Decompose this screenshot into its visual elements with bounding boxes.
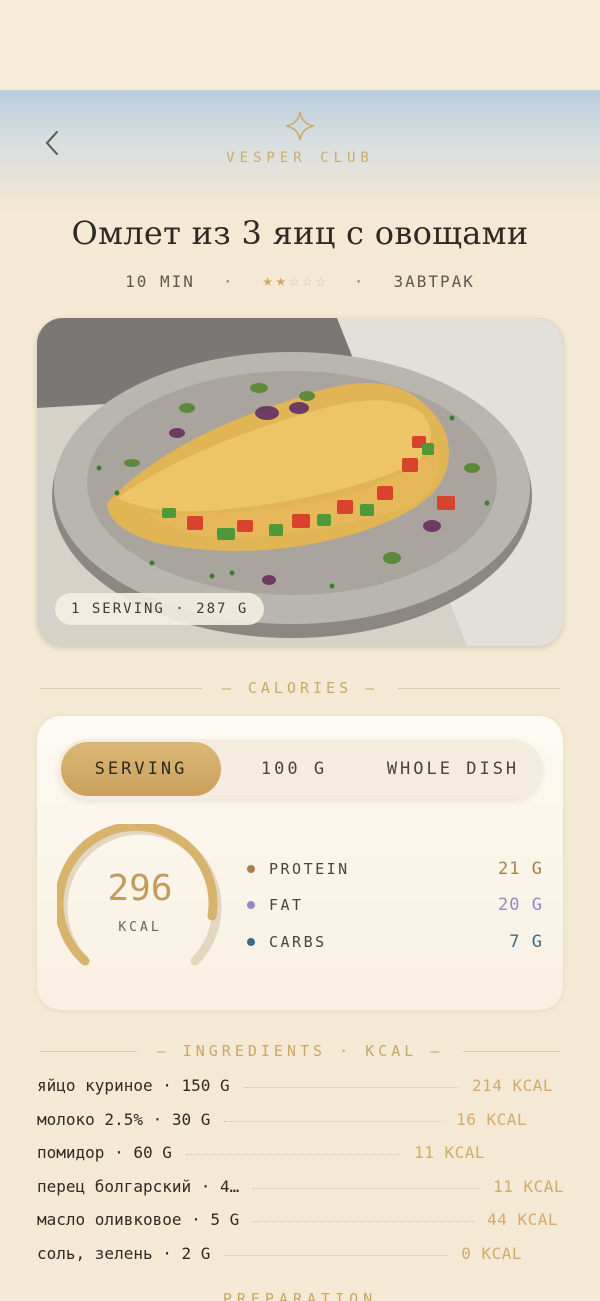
tab-whole-dish[interactable]: WHOLE DISH [367,742,539,796]
four-point-star-icon [285,111,315,141]
dotted-leader [224,1120,443,1122]
ingredient-kcal: 11 KCAL [493,1176,564,1196]
star-empty-icon: ☆ [289,271,300,291]
brand-name: VESPER CLUB [226,150,374,166]
recipe-title: Омлет из 3 яиц с овощами [71,214,529,252]
cook-time: 10 MIN [125,271,195,291]
star-empty-icon: ☆ [315,271,326,291]
ingredient-name: молоко 2.5% · 30 G [37,1109,211,1129]
macro-name: CARBS [269,933,327,951]
ingredient-kcal: 0 KCAL [461,1243,522,1263]
recipe-meta: 10 MIN · ★ ★ ☆ ☆ ☆ · ЗАВТРАК [0,268,600,294]
meta-separator: · [222,271,235,291]
ingredient-row: помидор · 60 G 11 KCAL [37,1140,485,1164]
meta-separator: · [353,271,366,291]
ingredients-section-header: — INGREDIENTS · KCAL — [40,1041,560,1061]
macro-name: FAT [269,896,304,914]
macro-value: 21 G [498,859,543,879]
star-empty-icon: ☆ [302,271,313,291]
meal-category: ЗАВТРАК [393,271,475,291]
bullet-icon [247,865,255,873]
ingredient-row: яйцо куриное · 150 G 214 KCAL [37,1073,553,1097]
ingredient-kcal: 44 KCAL [487,1209,558,1229]
portion-tabs: SERVING 100 G WHOLE DISH [58,739,542,799]
serving-badge: 1 SERVING · 287 G [55,593,265,625]
dotted-leader [224,1254,448,1256]
ingredient-kcal: 11 KCAL [414,1142,485,1162]
kcal-value: 296 [107,868,173,909]
bullet-icon [247,938,255,946]
section-label: — INGREDIENTS · KCAL — [156,1042,444,1060]
macro-value: 20 G [498,895,543,915]
dotted-leader [253,1220,474,1222]
bullet-icon [247,901,255,909]
ingredient-row: соль, зелень · 2 G 0 KCAL [37,1241,522,1265]
divider [463,1050,560,1052]
divider [40,1050,137,1052]
ingredient-name: перец болгарский · 4… [37,1176,240,1196]
calories-section-header: — CALORIES — [40,678,560,698]
ingredient-name: соль, зелень · 2 G [37,1243,211,1263]
dotted-leader [243,1086,458,1088]
macro-protein: PROTEIN 21 G [247,857,543,881]
ingredient-kcal: 214 KCAL [471,1075,553,1095]
divider [398,687,560,689]
dotted-leader [185,1153,401,1155]
dotted-leader [253,1187,480,1189]
section-label: — CALORIES — [221,679,379,697]
divider [40,687,202,689]
macro-name: PROTEIN [269,860,350,878]
ingredient-row: перец болгарский · 4… 11 KCAL [37,1174,564,1198]
ingredient-kcal: 16 KCAL [456,1109,527,1129]
rating-stars: ★ ★ ☆ ☆ ☆ [263,271,326,291]
star-filled-icon: ★ [275,271,287,291]
macro-value: 7 G [509,932,543,952]
ingredient-row: масло оливковое · 5 G 44 KCAL [37,1207,558,1231]
ingredient-name: масло оливковое · 5 G [37,1209,240,1229]
ingredient-name: яйцо куриное · 150 G [37,1075,230,1095]
tab-100g[interactable]: 100 G [221,742,367,796]
macro-carbs: CARBS 7 G [247,930,543,954]
tab-serving[interactable]: SERVING [61,742,221,796]
preparation-section-label: PREPARATION [222,1290,378,1301]
status-area [0,0,600,90]
star-filled-icon: ★ [262,271,273,291]
macro-fat: FAT 20 G [247,893,543,917]
ingredient-name: помидор · 60 G [37,1142,172,1162]
kcal-unit: KCAL [118,920,162,935]
ingredient-row: молоко 2.5% · 30 G 16 KCAL [37,1107,527,1131]
